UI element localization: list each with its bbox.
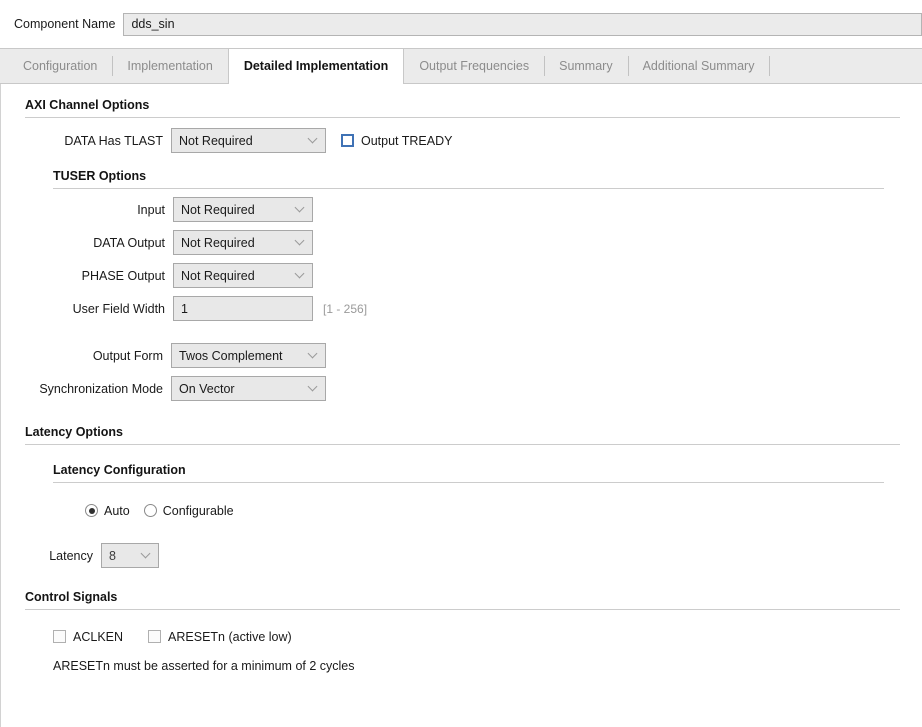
component-name-bar: Component Name: [0, 0, 922, 48]
section-latency-options: Latency Options Latency Configuration Au…: [1, 405, 922, 572]
select-value: 8: [109, 548, 116, 563]
chevron-down-icon: [296, 270, 305, 279]
aresetn-checkbox[interactable]: ARESETn (active low): [148, 630, 292, 644]
user-field-width-input[interactable]: 1: [173, 296, 313, 321]
row-tuser-phase-output: PHASE Output Not Required: [53, 259, 922, 292]
tuser-input-select[interactable]: Not Required: [173, 197, 313, 222]
tab-output-frequencies[interactable]: Output Frequencies: [404, 49, 544, 83]
select-value: Not Required: [181, 235, 255, 250]
section-title: Control Signals: [25, 590, 118, 604]
row-output-form: Output Form Twos Complement: [25, 339, 922, 372]
radio-selected-icon: [85, 504, 98, 517]
data-has-tlast-label: DATA Has TLAST: [64, 133, 163, 148]
row-latency-mode-radios: Auto Configurable: [85, 494, 922, 527]
latency-select[interactable]: 8: [101, 543, 159, 568]
section-divider: [53, 482, 884, 483]
aclken-checkbox[interactable]: ACLKEN: [53, 630, 123, 644]
tuser-input-label: Input: [137, 202, 165, 217]
tuser-phase-output-select[interactable]: Not Required: [173, 263, 313, 288]
data-has-tlast-select[interactable]: Not Required: [171, 128, 326, 153]
input-value: 1: [181, 301, 188, 316]
row-control-signal-checkboxes: ACLKEN ARESETn (active low): [53, 620, 922, 653]
chevron-down-icon: [309, 135, 318, 144]
checkbox-icon: [148, 630, 162, 643]
component-name-label: Component Name: [14, 17, 116, 31]
select-value: On Vector: [179, 381, 235, 396]
tab-implementation[interactable]: Implementation: [112, 49, 227, 83]
radio-label: Auto: [104, 503, 130, 518]
row-latency-value: Latency 8: [49, 539, 922, 572]
row-aresetn-note: ARESETn must be asserted for a minimum o…: [53, 653, 922, 679]
aresetn-label: ARESETn (active low): [168, 629, 292, 644]
section-divider: [25, 117, 900, 118]
select-value: Twos Complement: [179, 348, 283, 363]
tuser-phase-output-label: PHASE Output: [81, 268, 165, 283]
output-tready-checkbox[interactable]: Output TREADY: [341, 134, 452, 148]
checkbox-icon: [341, 134, 354, 147]
user-field-width-range: [1 - 256]: [323, 301, 368, 316]
synchronization-mode-select[interactable]: On Vector: [171, 376, 326, 401]
section-title: Latency Options: [25, 425, 123, 439]
tab-label: Additional Summary: [642, 59, 755, 73]
checkbox-icon: [53, 630, 66, 643]
section-title: TUSER Options: [53, 169, 147, 183]
section-divider: [25, 609, 900, 610]
section-divider: [53, 188, 884, 189]
ip-customization-dialog: Component Name Configuration Implementat…: [0, 0, 922, 727]
tab-configuration[interactable]: Configuration: [8, 49, 112, 83]
tab-label: Configuration: [23, 59, 98, 73]
chevron-down-icon: [309, 350, 318, 359]
radio-latency-configurable[interactable]: Configurable: [143, 503, 234, 518]
tuser-data-output-label: DATA Output: [93, 235, 165, 250]
tab-label: Summary: [559, 59, 613, 73]
tab-detailed-implementation[interactable]: Detailed Implementation: [227, 49, 405, 84]
select-value: Not Required: [179, 133, 253, 148]
chevron-down-icon: [296, 204, 305, 213]
output-tready-label: Output TREADY: [361, 133, 453, 148]
tab-label: Output Frequencies: [419, 59, 530, 73]
tab-strip-filler: [769, 49, 922, 83]
row-data-has-tlast: DATA Has TLAST Not Required Output TREAD…: [25, 124, 922, 157]
select-value: Not Required: [181, 268, 255, 283]
output-form-label: Output Form: [92, 348, 163, 363]
tab-strip: Configuration Implementation Detailed Im…: [0, 48, 922, 84]
chevron-down-icon: [142, 550, 151, 559]
radio-latency-auto[interactable]: Auto: [85, 504, 130, 518]
row-user-field-width: User Field Width 1 [1 - 256]: [53, 292, 922, 325]
user-field-width-label: User Field Width: [72, 301, 165, 316]
row-tuser-data-output: DATA Output Not Required: [53, 226, 922, 259]
select-value: Not Required: [181, 202, 255, 217]
chevron-down-icon: [309, 383, 318, 392]
tuser-data-output-select[interactable]: Not Required: [173, 230, 313, 255]
section-tuser-options: TUSER Options Input Not Required DATA Ou…: [1, 157, 922, 325]
latency-label: Latency: [49, 548, 93, 563]
tab-additional-summary[interactable]: Additional Summary: [627, 49, 770, 83]
synchronization-mode-label: Synchronization Mode: [39, 381, 163, 396]
section-control-signals: Control Signals ACLKEN ARESETn (active l…: [1, 572, 922, 679]
section-axi-channel-options: AXI Channel Options DATA Has TLAST Not R…: [1, 84, 922, 157]
aresetn-note: ARESETn must be asserted for a minimum o…: [53, 659, 355, 673]
tab-summary[interactable]: Summary: [544, 49, 627, 83]
output-form-select[interactable]: Twos Complement: [171, 343, 326, 368]
latency-configuration-title: Latency Configuration: [53, 463, 186, 477]
section-output-settings: Output Form Twos Complement Synchronizat…: [1, 339, 922, 405]
row-synchronization-mode: Synchronization Mode On Vector: [25, 372, 922, 405]
component-name-input[interactable]: [123, 12, 922, 36]
tab-label: Implementation: [127, 59, 213, 73]
radio-unselected-icon: [143, 504, 157, 517]
tab-label: Detailed Implementation: [243, 59, 389, 73]
detailed-implementation-panel: AXI Channel Options DATA Has TLAST Not R…: [0, 84, 922, 727]
aclken-label: ACLKEN: [73, 629, 124, 644]
chevron-down-icon: [296, 237, 305, 246]
row-tuser-input: Input Not Required: [53, 193, 922, 226]
radio-label: Configurable: [162, 503, 234, 518]
section-title: AXI Channel Options: [25, 98, 150, 112]
